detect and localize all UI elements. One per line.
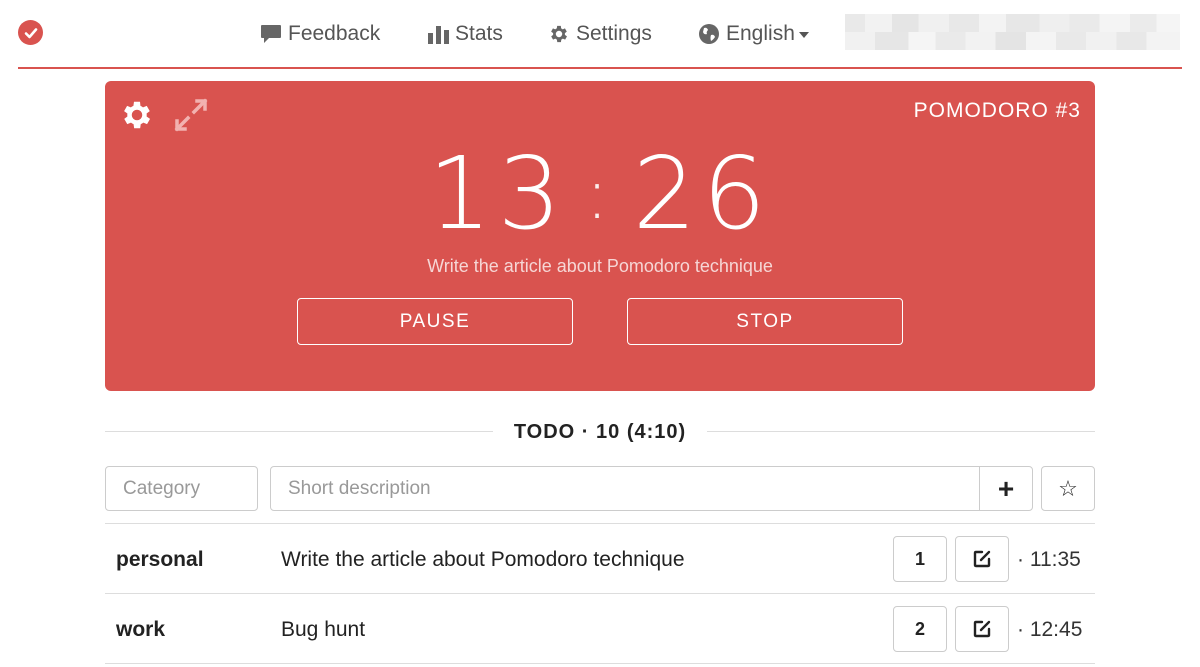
language-label: English xyxy=(726,22,795,45)
edit-icon xyxy=(973,620,991,638)
header-divider xyxy=(18,67,1182,69)
clock-minutes: 13 xyxy=(427,135,568,252)
task-pomodoro-count-button[interactable]: 2 xyxy=(893,606,947,652)
edit-task-button[interactable] xyxy=(955,606,1009,652)
category-input[interactable] xyxy=(105,466,258,511)
todo-heading: TODO · 10 (4:10) xyxy=(513,421,687,443)
task-row[interactable]: work Bug hunt 2 · 12:45 xyxy=(105,594,1095,664)
top-navbar: Feedback Stats Settings English xyxy=(0,0,1200,68)
star-icon: ☆ xyxy=(1058,475,1078,501)
gear-icon[interactable] xyxy=(119,97,155,138)
edit-icon xyxy=(973,550,991,568)
nav-settings[interactable]: Settings xyxy=(548,18,652,50)
nav-stats-label: Stats xyxy=(455,22,503,45)
nav-settings-label: Settings xyxy=(576,22,652,45)
gear-icon xyxy=(551,25,567,43)
comment-icon xyxy=(261,25,281,43)
pause-button[interactable]: PAUSE xyxy=(297,298,573,345)
add-task-button[interactable]: + xyxy=(979,466,1033,511)
expand-icon[interactable] xyxy=(173,97,209,138)
pomodoro-timer-panel: POMODORO #3 13:26 Write the article abou… xyxy=(105,81,1095,391)
edit-task-button[interactable] xyxy=(955,536,1009,582)
plus-icon: + xyxy=(997,472,1015,504)
task-time: · 11:35 xyxy=(1017,548,1081,571)
countdown-clock: 13:26 xyxy=(105,135,1095,252)
pomodoro-counter: POMODORO #3 xyxy=(913,99,1081,122)
check-circle-icon[interactable] xyxy=(18,20,43,45)
task-description[interactable]: Write the article about Pomodoro techniq… xyxy=(281,548,685,572)
row-divider xyxy=(105,663,1095,664)
task-time: · 12:45 xyxy=(1017,618,1083,641)
nav-feedback-label: Feedback xyxy=(288,22,381,45)
clock-seconds: 26 xyxy=(632,135,773,252)
caret-down-icon xyxy=(798,32,809,38)
user-account-pixelated[interactable] xyxy=(845,14,1180,50)
task-category: work xyxy=(116,618,166,641)
task-category: personal xyxy=(116,548,204,571)
task-row[interactable]: personal Write the article about Pomodor… xyxy=(105,524,1095,594)
nav-feedback[interactable]: Feedback xyxy=(260,18,380,50)
clock-separator: : xyxy=(585,153,615,235)
short-description-input[interactable] xyxy=(270,466,980,511)
task-description[interactable]: Bug hunt xyxy=(281,618,365,642)
language-dropdown[interactable]: English xyxy=(698,18,809,50)
favorite-button[interactable]: ☆ xyxy=(1041,466,1095,511)
task-pomodoro-count-button[interactable]: 1 xyxy=(893,536,947,582)
globe-icon xyxy=(699,24,719,44)
nav-stats[interactable]: Stats xyxy=(428,18,503,50)
current-task-description: Write the article about Pomodoro techniq… xyxy=(427,256,773,276)
bar-chart-icon xyxy=(428,26,449,44)
stop-button[interactable]: STOP xyxy=(627,298,903,345)
